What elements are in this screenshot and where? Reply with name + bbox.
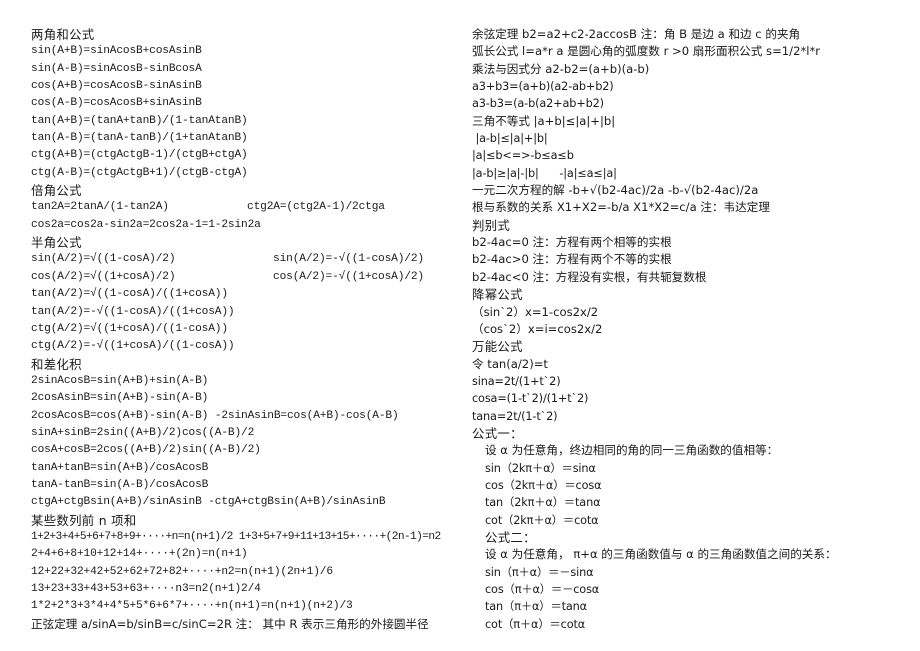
- formula-line: |a-b|≤|a|+|b|: [472, 132, 548, 146]
- formula-line: 令 tan(a/2)=t: [472, 356, 548, 371]
- formula-intro: 设 α 为任意角， π+α 的三角函数值与 α 的三角函数值之间的关系：: [485, 547, 837, 562]
- section-title-power-reduction: 降幂公式: [472, 287, 523, 303]
- formula-line: cos(A-B)=cosAcosB+sinAsinB: [31, 97, 202, 110]
- section-title-formula-one: 公式一：: [472, 425, 523, 441]
- formula-line: cot（2kπ＋α）＝cotα: [485, 513, 599, 527]
- formula-row: sin(A/2)=√((1-cosA)/2) sin(A/2)=-√((1-co…: [31, 251, 456, 268]
- formula-line: b2-4ac>0 注：方程有两个不等的实根: [472, 252, 672, 267]
- section-title-series-sums: 某些数列前 n 项和: [31, 512, 137, 528]
- formula-row: tan2A=2tanA/(1-tan2A) ctg2A=(ctg2A-1)/2c…: [31, 199, 456, 216]
- factoring-line: 乘法与因式分 a2-b2=(a+b)(a-b): [472, 61, 650, 76]
- formula-row: cos(A/2)=√((1+cosA)/2) cos(A/2)=-√((1+co…: [31, 269, 456, 286]
- formula-line: |a|≤b<=>-b≤a≤b: [472, 149, 574, 163]
- formula-line: sinA+sinB=2sin((A+B)/2)cos((A-B)/2: [31, 426, 255, 439]
- section-title-half-angle: 半角公式: [31, 235, 82, 251]
- section-title-sum-to-product: 和差化积: [31, 356, 82, 372]
- formula-line: （sin`2）x=1-cos2x/2: [472, 304, 599, 319]
- formula-line: sin(A-B)=sinAcosB-sinBcosA: [31, 62, 202, 75]
- formula-line: cosA+cosB=2cos((A+B)/2)sin((A-B)/2): [31, 444, 261, 457]
- formula-line: tan（2kπ＋α）＝tanα: [485, 496, 601, 510]
- formula-left: tan2A=2tanA/(1-tan2A): [31, 201, 169, 214]
- section-title-universal: 万能公式: [472, 339, 523, 355]
- formula-line: |a-b|≥|a|-|b| -|a|≤a≤|a|: [472, 166, 617, 180]
- formula-line: tanA+tanB=sin(A+B)/cosAcosB: [31, 461, 209, 474]
- formula-line: tan(A+B)=(tanA+tanB)/(1-tanAtanB): [31, 114, 248, 127]
- formula-line: 12+22+32+42+52+62+72+82+····+n2=n(n+1)(2…: [31, 565, 333, 578]
- formula-line: sin（π＋α）＝－sinα: [485, 565, 594, 579]
- formula-left: sin(A/2)=√((1-cosA)/2): [31, 253, 176, 266]
- vieta-line: 根与系数的关系 X1+X2=-b/a X1*X2=c/a 注：韦达定理: [472, 200, 770, 215]
- formula-left: cos(A/2)=√((1+cosA)/2): [31, 270, 176, 283]
- formula-line: cosa=(1-t`2)/(1+t`2): [472, 392, 589, 406]
- section-title-double-angle: 倍角公式: [31, 183, 82, 199]
- formula-right: sin(A/2)=-√((1-cosA)/2): [273, 253, 424, 266]
- formula-intro: 设 α 为任意角，终边相同的角的同一三角函数的值相等：: [485, 443, 779, 458]
- quadratic-solution-line: 一元二次方程的解 -b+√(b2-4ac)/2a -b-√(b2-4ac)/2a: [472, 183, 759, 198]
- formula-right: ctg2A=(ctg2A-1)/2ctga: [247, 201, 385, 214]
- formula-line: （cos`2）x=i=cos2x/2: [472, 321, 603, 336]
- formula-line: ctg(A-B)=(ctgActgB+1)/(ctgB-ctgA): [31, 166, 248, 179]
- right-column: 余弦定理 b2=a2+c2-2accosB 注：角 B 是边 a 和边 c 的夹…: [472, 26, 912, 633]
- formula-line: tana=2t/(1-t`2): [472, 409, 558, 423]
- formula-line: cos(A+B)=cosAcosB-sinAsinB: [31, 80, 202, 93]
- formula-line: b2-4ac=0 注：方程有两个相等的实根: [472, 235, 672, 250]
- formula-line: cos2a=cos2a-sin2a=2cos2a-1=1-2sin2a: [31, 218, 261, 231]
- section-title-formula-two: 公式二：: [485, 529, 536, 545]
- formula-line: 13+23+33+43+53+63+····n3=n2(n+1)2/4: [31, 583, 261, 595]
- formula-line: tanA-tanB=sin(A-B)/cosAcosB: [31, 478, 209, 491]
- formula-line: 2+4+6+8+10+12+14+····+(2n)=n(n+1): [31, 548, 248, 561]
- formula-line: ctgA+ctgBsin(A+B)/sinAsinB -ctgA+ctgBsin…: [31, 496, 386, 509]
- formula-line: 1+2+3+4+5+6+7+8+9+····+n=n(n+1)/2 1+3+5+…: [31, 530, 441, 543]
- formula-line: 2cosAcosB=cos(A+B)-sin(A-B) -2sinAsinB=c…: [31, 409, 399, 422]
- formula-line: cos（2kπ＋α）＝cosα: [485, 478, 602, 492]
- formula-right: cos(A/2)=-√((1+cosA)/2): [273, 270, 424, 283]
- formula-line: 2sinAcosB=sin(A+B)+sin(A-B): [31, 374, 209, 387]
- formula-line: a3-b3=(a-b(a2+ab+b2): [472, 97, 604, 111]
- cosine-law-line: 余弦定理 b2=a2+c2-2accosB 注：角 B 是边 a 和边 c 的夹…: [472, 27, 801, 41]
- formula-line: tan(A/2)=√((1-cosA)/((1+cosA)): [31, 288, 228, 301]
- formula-line: sin(A+B)=sinAcosB+cosAsinB: [31, 45, 202, 58]
- formula-line: tan（π＋α）＝tanα: [485, 600, 587, 614]
- formula-line: cos（π＋α）＝－cosα: [485, 583, 600, 596]
- formula-line: 1*2+2*3+3*4+4*5+5*6+6*7+····+n(n+1)=n(n+…: [31, 600, 353, 613]
- section-title-sum-angle: 两角和公式: [31, 27, 95, 42]
- formula-line: ctg(A/2)=√((1+cosA)/((1-cosA)): [31, 322, 228, 335]
- triangle-inequality-line: 三角不等式 |a+b|≤|a|+|b|: [472, 113, 616, 128]
- arc-length-line: 弧长公式 l=a*r a 是圆心角的弧度数 r >0 扇形面积公式 s=1/2*…: [472, 44, 821, 59]
- formula-line: tan(A-B)=(tanA-tanB)/(1+tanAtanB): [31, 132, 248, 145]
- formula-line: 2cosAsinB=sin(A+B)-sin(A-B): [31, 392, 209, 405]
- formula-line: a3+b3=(a+b)(a2-ab+b2): [472, 80, 614, 94]
- formula-line: sin（2kπ＋α）＝sinα: [485, 461, 596, 475]
- formula-line: cot（π＋α）＝cotα: [485, 617, 586, 631]
- formula-line: b2-4ac<0 注：方程没有实根，有共轭复数根: [472, 269, 707, 284]
- formula-line: ctg(A+B)=(ctgActgB-1)/(ctgB+ctgA): [31, 149, 248, 162]
- formula-line: sina=2t/(1+t`2): [472, 374, 561, 388]
- left-column: 两角和公式 sin(A+B)=sinAcosB+cosAsinB sin(A-B…: [31, 26, 456, 633]
- section-title-discriminant: 判别式: [472, 217, 511, 233]
- formula-line: tan(A/2)=-√((1-cosA)/((1+cosA)): [31, 305, 235, 318]
- formula-line: ctg(A/2)=-√((1+cosA)/((1-cosA)): [31, 340, 235, 353]
- sine-law-line: 正弦定理 a/sinA=b/sinB=c/sinC=2R 注： 其中 R 表示三…: [31, 616, 429, 631]
